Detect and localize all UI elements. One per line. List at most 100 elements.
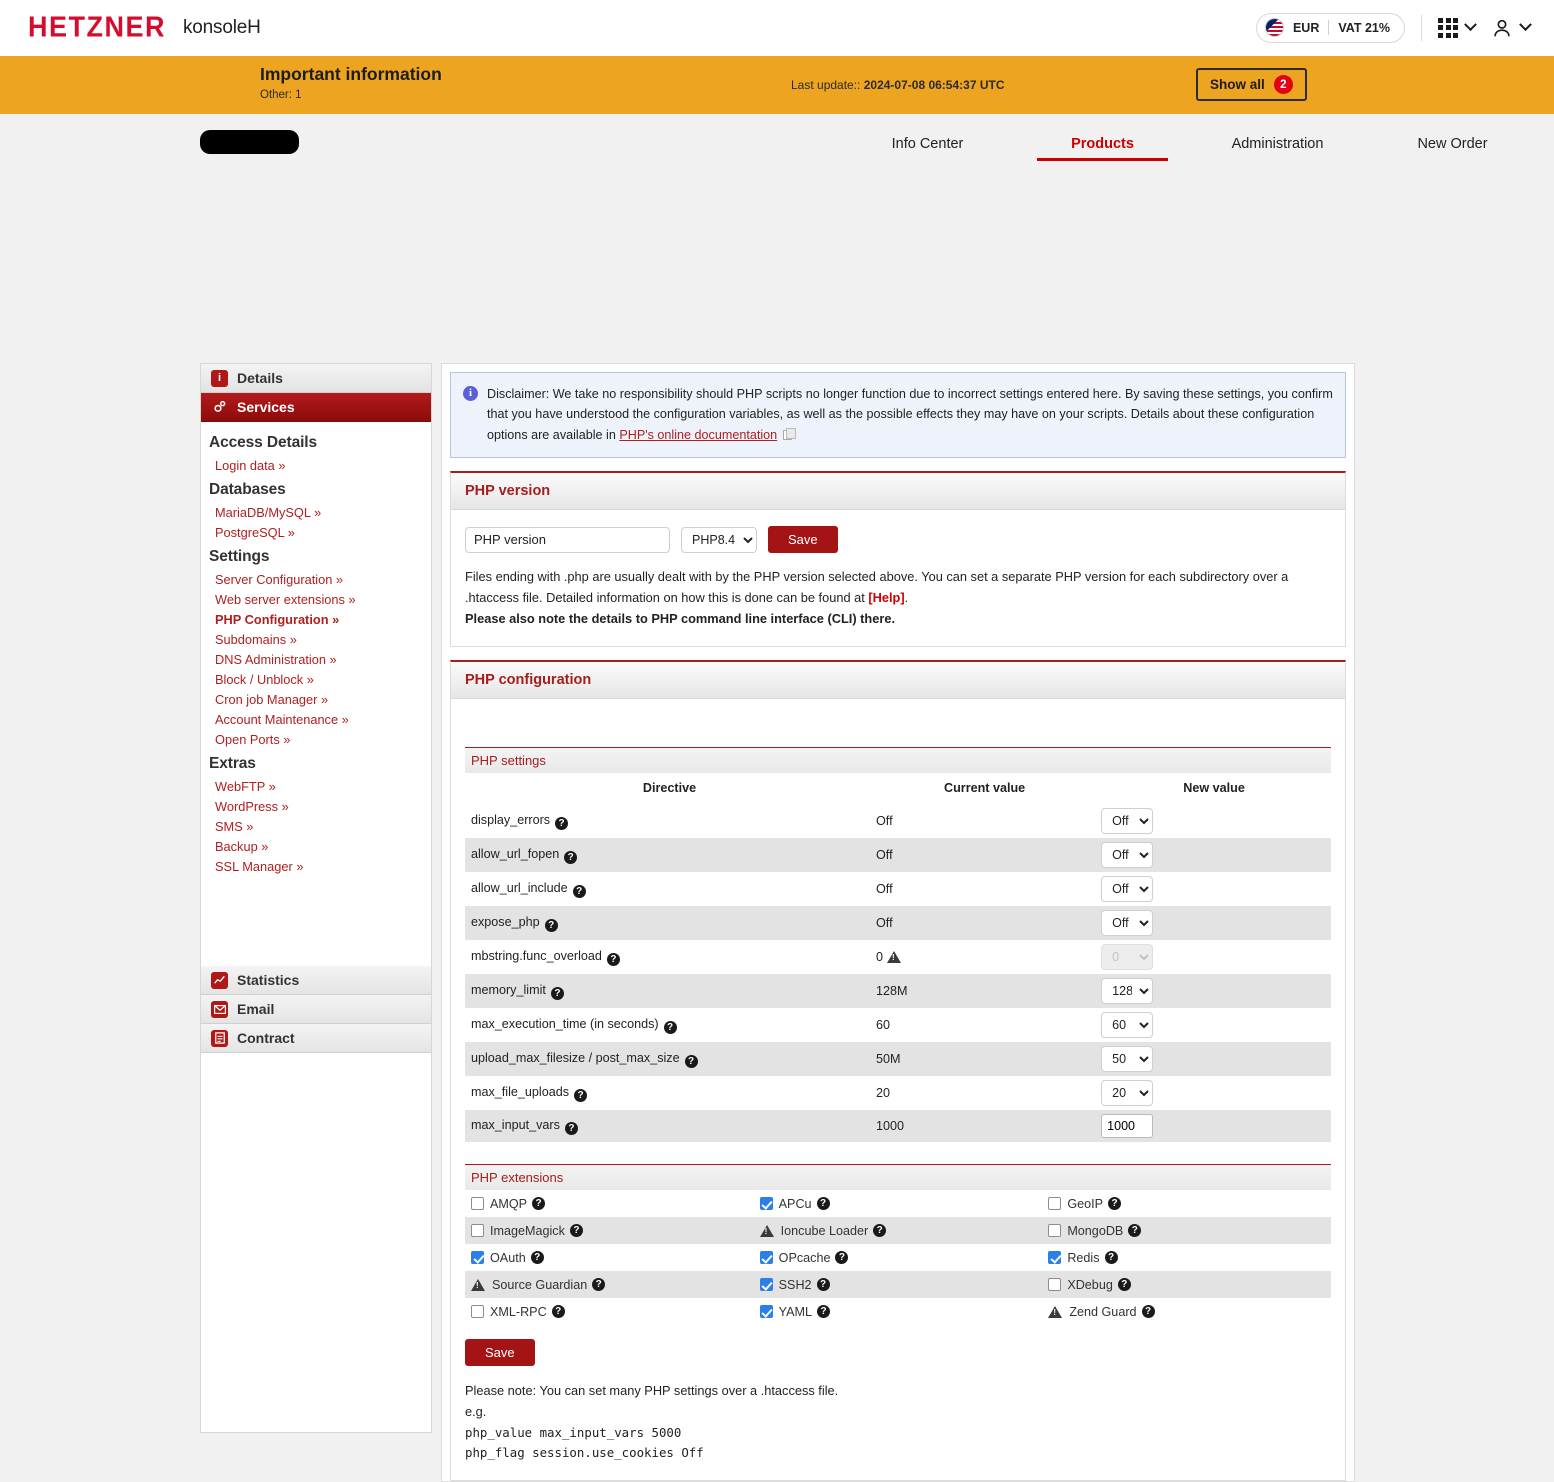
nav-item-products[interactable]: Products bbox=[1015, 114, 1190, 161]
max-file-uploads-select[interactable]: 20 bbox=[1101, 1080, 1154, 1107]
sidebar-tab-label: Email bbox=[237, 1001, 275, 1017]
extension-label: AMQP bbox=[490, 1196, 528, 1211]
sidebar-tab-statistics[interactable]: Statistics bbox=[201, 966, 431, 995]
sidebar-item-mariadb-mysql[interactable]: MariaDB/MySQL » bbox=[201, 502, 431, 522]
help-icon[interactable]: ? bbox=[551, 1305, 565, 1319]
help-icon[interactable]: ? bbox=[530, 1251, 544, 1265]
help-icon[interactable]: ? bbox=[606, 952, 620, 966]
max-input-vars-input[interactable] bbox=[1101, 1114, 1154, 1139]
help-icon[interactable]: ? bbox=[569, 1224, 583, 1238]
extension-checkbox-imagemagick[interactable] bbox=[471, 1224, 484, 1238]
sidebar-item-dns-administration[interactable]: DNS Administration » bbox=[201, 649, 431, 669]
help-icon[interactable]: ? bbox=[564, 850, 578, 864]
help-icon[interactable]: ? bbox=[684, 1054, 698, 1068]
show-all-button[interactable]: Show all 2 bbox=[1196, 68, 1307, 101]
help-icon[interactable]: ? bbox=[1104, 1251, 1118, 1265]
currency-selector[interactable]: EUR VAT 21% bbox=[1255, 12, 1405, 43]
extension-checkbox-apcu[interactable] bbox=[759, 1197, 773, 1211]
help-icon[interactable]: ? bbox=[550, 986, 564, 1000]
php-version-input[interactable] bbox=[465, 526, 670, 553]
help-icon[interactable]: ? bbox=[592, 1278, 606, 1292]
expose-php-select[interactable]: Off bbox=[1101, 910, 1154, 937]
sidebar-item-subdomains[interactable]: Subdomains » bbox=[201, 629, 431, 649]
apps-menu-button[interactable] bbox=[1438, 17, 1477, 38]
help-icon[interactable]: ? bbox=[544, 918, 558, 932]
copy-icon[interactable] bbox=[783, 427, 797, 440]
help-icon[interactable]: ? bbox=[835, 1251, 849, 1265]
directive-label: display_errors bbox=[471, 812, 551, 827]
extension-checkbox-xml-rpc[interactable] bbox=[471, 1305, 484, 1319]
sidebar-item-cron-job-manager[interactable]: Cron job Manager » bbox=[201, 689, 431, 709]
sidebar-tab-contract[interactable]: Contract bbox=[201, 1024, 431, 1053]
extension-label: Source Guardian bbox=[492, 1277, 588, 1292]
extension-checkbox-oauth[interactable] bbox=[471, 1251, 484, 1265]
account-menu-button[interactable] bbox=[1491, 17, 1532, 39]
nav-item-info-center[interactable]: Info Center bbox=[840, 114, 1015, 152]
sidebar-item-sms[interactable]: SMS » bbox=[201, 816, 431, 836]
help-icon[interactable]: ? bbox=[817, 1305, 831, 1319]
sidebar-item-server-configuration[interactable]: Server Configuration » bbox=[201, 569, 431, 589]
table-row: AMQP? APCu? GeoIP? bbox=[465, 1190, 1331, 1217]
help-icon[interactable]: ? bbox=[555, 816, 569, 830]
help-icon[interactable]: ? bbox=[1117, 1278, 1131, 1292]
php-version-select[interactable]: PHP8.4 bbox=[681, 526, 757, 553]
info-icon: i bbox=[211, 369, 228, 387]
sidebar-item-backup[interactable]: Backup » bbox=[201, 836, 431, 856]
last-update-text: Last update:: 2024-07-08 06:54:37 UTC bbox=[791, 78, 1004, 92]
extension-checkbox-ssh2[interactable] bbox=[759, 1278, 773, 1292]
sidebar-item-wordpress[interactable]: WordPress » bbox=[201, 796, 431, 816]
php-cli-note: Please also note the details to PHP comm… bbox=[465, 611, 895, 627]
sidebar-tab-email[interactable]: Email bbox=[201, 995, 431, 1024]
help-link[interactable]: [Help] bbox=[868, 590, 904, 605]
help-icon[interactable]: ? bbox=[1128, 1224, 1142, 1238]
help-icon[interactable]: ? bbox=[574, 1088, 588, 1102]
sidebar-item-account-maintenance[interactable]: Account Maintenance » bbox=[201, 709, 431, 729]
extension-checkbox-redis[interactable] bbox=[1048, 1251, 1062, 1265]
php-version-panel-body: PHP8.4 Save Files ending with .php are u… bbox=[451, 510, 1345, 646]
sidebar-item-open-ports[interactable]: Open Ports » bbox=[201, 729, 431, 749]
allow-url-include-select[interactable]: Off bbox=[1101, 876, 1154, 903]
sidebar-tab-services[interactable]: Services bbox=[201, 393, 431, 422]
sidebar-item-webftp[interactable]: WebFTP » bbox=[201, 776, 431, 796]
help-icon[interactable]: ? bbox=[1108, 1197, 1122, 1211]
php-version-save-button[interactable]: Save bbox=[768, 526, 838, 554]
extension-label: ImageMagick bbox=[490, 1223, 565, 1238]
php-documentation-link[interactable]: PHP's online documentation bbox=[619, 428, 777, 442]
help-icon[interactable]: ? bbox=[572, 884, 586, 898]
product-name: konsoleH bbox=[183, 16, 261, 38]
extension-checkbox-mongodb[interactable] bbox=[1048, 1224, 1062, 1238]
sidebar-item-block-unblock[interactable]: Block / Unblock » bbox=[201, 669, 431, 689]
gears-icon bbox=[211, 399, 228, 416]
sidebar-tab-details[interactable]: i Details bbox=[201, 364, 431, 393]
extension-checkbox-amqp[interactable] bbox=[471, 1197, 484, 1211]
php-config-save-button[interactable]: Save bbox=[465, 1339, 535, 1367]
memory-limit-select[interactable]: 128 bbox=[1101, 978, 1154, 1005]
nav-item-new-order[interactable]: New Order bbox=[1365, 114, 1540, 152]
max-execution-time-select[interactable]: 60 bbox=[1101, 1012, 1154, 1039]
sidebar-item-php-configuration[interactable]: PHP Configuration » bbox=[201, 609, 431, 629]
sidebar-item-login-data[interactable]: Login data » bbox=[201, 455, 431, 475]
upload-max-filesize-select[interactable]: 50 bbox=[1101, 1046, 1154, 1073]
sidebar-item-postgresql[interactable]: PostgreSQL » bbox=[201, 522, 431, 542]
nav-item-administration[interactable]: Administration bbox=[1190, 114, 1365, 152]
help-icon[interactable]: ? bbox=[816, 1278, 830, 1292]
help-icon[interactable]: ? bbox=[1141, 1305, 1155, 1319]
help-icon[interactable]: ? bbox=[873, 1224, 887, 1238]
extension-checkbox-yaml[interactable] bbox=[759, 1305, 773, 1319]
help-icon[interactable]: ? bbox=[532, 1197, 546, 1211]
extension-checkbox-xdebug[interactable] bbox=[1048, 1278, 1062, 1292]
extension-checkbox-geoip[interactable] bbox=[1048, 1197, 1062, 1211]
extension-checkbox-opcache[interactable] bbox=[759, 1251, 773, 1265]
note-line-4: php_flag session.use_cookies Off bbox=[465, 1445, 704, 1461]
display-errors-select[interactable]: Off bbox=[1101, 808, 1154, 835]
sidebar-group-heading: Extras bbox=[209, 755, 256, 772]
hetzner-logo[interactable]: HETZNER bbox=[28, 11, 166, 44]
help-icon[interactable]: ? bbox=[564, 1121, 578, 1135]
help-icon[interactable]: ? bbox=[816, 1197, 830, 1211]
extension-label: Redis bbox=[1067, 1250, 1100, 1265]
help-icon[interactable]: ? bbox=[663, 1020, 677, 1034]
allow-url-fopen-select[interactable]: Off bbox=[1101, 842, 1154, 869]
sidebar-item-web-server-extensions[interactable]: Web server extensions » bbox=[201, 589, 431, 609]
sidebar-item-ssl-manager[interactable]: SSL Manager » bbox=[201, 856, 431, 876]
